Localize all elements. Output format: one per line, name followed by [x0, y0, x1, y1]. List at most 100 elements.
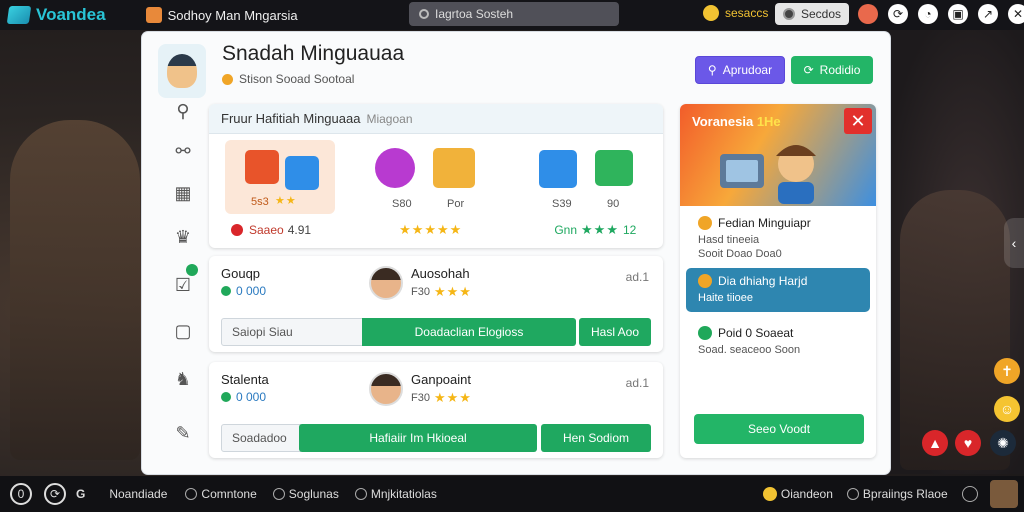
user-avatar[interactable] [989, 480, 1018, 508]
rating-stars: ★★ [275, 195, 297, 207]
trophy-icon[interactable]: ♛ [170, 224, 196, 250]
wand-icon[interactable]: ⚲ [170, 98, 196, 124]
help-icon [846, 488, 859, 500]
top-icon-group: ⟳ ◔ ▣ ↗ ✕ [858, 4, 1024, 24]
gift-icon [245, 150, 279, 184]
gamepad-icon[interactable] [539, 150, 577, 188]
gift-icon [285, 156, 319, 190]
player-meta: F30 ★★★ [411, 390, 472, 405]
card-label: Stalenta [221, 372, 269, 387]
lock-icon[interactable]: ▣ [948, 4, 968, 24]
promo-character-image [720, 145, 816, 204]
list-card: Gouqp 0 000 Auosohah F30 ★★★ ad.1 Doadac… [209, 256, 663, 352]
coin-icon [703, 5, 719, 21]
page-title: Snadah Minguauaa [222, 42, 405, 65]
player-avatar[interactable] [369, 372, 403, 406]
coin-icon [762, 487, 777, 501]
bottom-item[interactable]: Soglunas [272, 487, 339, 501]
ghost-icon[interactable]: ◔ [918, 4, 938, 24]
app-logo[interactable]: Voandea [6, 5, 106, 25]
page-subtitle: Stison Sooad Sootoal [222, 72, 354, 86]
user-icon[interactable]: ▢ [170, 318, 196, 344]
card-side-button[interactable]: Hen Sodiom [541, 424, 651, 452]
nav-avatar[interactable] [158, 44, 206, 98]
refresh-icon[interactable]: ⟳ [44, 483, 66, 505]
player-meta: F30 ★★★ [411, 284, 472, 299]
heart-icon[interactable]: ♥ [955, 430, 981, 456]
background-character-left [10, 120, 140, 460]
primary-action-button[interactable]: ⚲ Aprudoar [695, 56, 785, 84]
search-icon: ⚲ [707, 63, 717, 77]
promo-option-selected[interactable]: Dia dhiahg Harjd Haite tiioee [686, 268, 870, 312]
notification-badge [186, 264, 198, 276]
settings-icon[interactable]: ✺ [990, 430, 1016, 456]
promo-cta-button[interactable]: Seeo Voodt [694, 414, 864, 444]
coin-icon [698, 216, 712, 230]
pencil-icon[interactable]: ✎ [170, 420, 196, 446]
power-icon[interactable]: 0 [10, 483, 32, 505]
refresh-icon[interactable]: ⟳ [888, 4, 908, 24]
card-count: ad.1 [625, 376, 649, 390]
character-icon[interactable]: ♞ [170, 366, 196, 392]
game-icon [145, 7, 162, 23]
close-button[interactable]: ✕ [844, 108, 872, 134]
bottom-bar: 0 ⟳ G Noandiade Comntone Soglunas Mnjkit… [0, 476, 1024, 512]
search-input[interactable] [435, 7, 605, 21]
bottom-brand[interactable]: Noandiade [109, 487, 167, 501]
card-main-button[interactable]: Doadaclian Elogioss [362, 318, 576, 346]
coin-balance[interactable]: sesaccs [703, 5, 768, 21]
screen-icon[interactable] [595, 150, 633, 186]
player-avatar[interactable] [369, 266, 403, 300]
featured-header: Fruur Hafitiah Minguaaa Miagoan [209, 104, 663, 134]
promo-option[interactable]: Fedian Minguiapr Hasd tineeia Sooit Doao… [686, 210, 870, 260]
g-icon[interactable]: G [76, 487, 85, 501]
card-label: Gouqp [221, 266, 261, 281]
grid-icon[interactable]: ▦ [170, 180, 196, 206]
online-icon [221, 286, 231, 296]
record-icon [231, 224, 243, 236]
emoji-icon[interactable]: ☺ [994, 396, 1020, 422]
rating-stars: ★★★ [433, 390, 472, 405]
status-label: Secdos [801, 7, 842, 21]
side-expand-icon[interactable]: ‹ [1004, 218, 1024, 268]
expand-icon[interactable] [961, 486, 978, 502]
link-icon[interactable]: ⚯ [170, 138, 196, 164]
search-bar[interactable] [409, 2, 619, 26]
cube-icon[interactable] [433, 148, 475, 188]
check-icon [698, 326, 712, 340]
pin-icon[interactable]: ✝ [994, 358, 1020, 384]
secondary-action-button[interactable]: ⟳ Rodidio [791, 56, 873, 84]
card-main-button[interactable]: Hafiaiir Im Hkioeal [299, 424, 537, 452]
coin-icon [698, 274, 712, 288]
share-icon[interactable]: ↗ [978, 4, 998, 24]
coin-icon [222, 73, 233, 85]
bottom-item[interactable]: Bpraiings Rlaoe [846, 487, 948, 501]
flag-icon[interactable]: ▲ [922, 430, 948, 456]
refresh-icon: ⟳ [803, 63, 814, 77]
search-icon [419, 9, 429, 19]
gem-icon[interactable] [375, 148, 415, 188]
card-input[interactable] [221, 424, 301, 452]
clock-icon [185, 488, 198, 500]
card-input[interactable] [221, 318, 371, 346]
status-button[interactable]: Secdos [775, 3, 850, 25]
bottom-item[interactable]: Mnjkitatiolas [354, 487, 437, 501]
close-icon[interactable]: ✕ [1008, 4, 1024, 24]
profile-avatar-icon[interactable] [858, 4, 878, 24]
card-side-button[interactable]: Hasl Aoo [579, 318, 651, 346]
bottom-item[interactable]: Comntone [185, 487, 257, 501]
game-title[interactable]: Sodhoy Man Mngarsia [145, 7, 298, 23]
rating-stars: ★★★ [433, 284, 472, 299]
rating-stars: ★★★★★ [399, 222, 463, 237]
bottom-coins[interactable]: Oiandeon [762, 487, 833, 501]
logo-text: Voandea [36, 5, 106, 24]
logo-icon [6, 6, 32, 24]
featured-footer: Saaeo 4.91 ★★★★★ Gnn ★★★ 12 [209, 222, 663, 238]
featured-card: Fruur Hafitiah Minguaaa Miagoan 5s3 ★★ S… [209, 104, 663, 248]
promo-option[interactable]: Poid 0 Soaeat Soad. seaceoo Soon [686, 320, 870, 364]
promo-panel: Voranesia 1He ✕ Fedian Minguiapr Hasd ti… [680, 104, 876, 458]
player-name: Ganpoaint [411, 372, 471, 387]
vertical-nav: ⚲ ⚯ ▦ ♛ ☑ ▢ ♞ ✎ [156, 42, 208, 468]
online-icon [221, 392, 231, 402]
background-character-right [900, 190, 1010, 470]
